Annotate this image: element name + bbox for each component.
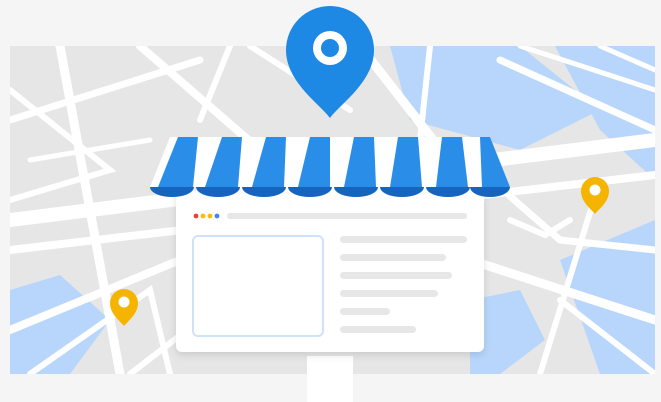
thumbnail-placeholder <box>192 235 324 337</box>
address-bar <box>227 213 467 219</box>
storefront-awning-icon <box>150 137 510 197</box>
local-business-illustration <box>0 0 661 402</box>
illustration-canvas <box>10 6 655 402</box>
storefront-card <box>176 180 484 352</box>
